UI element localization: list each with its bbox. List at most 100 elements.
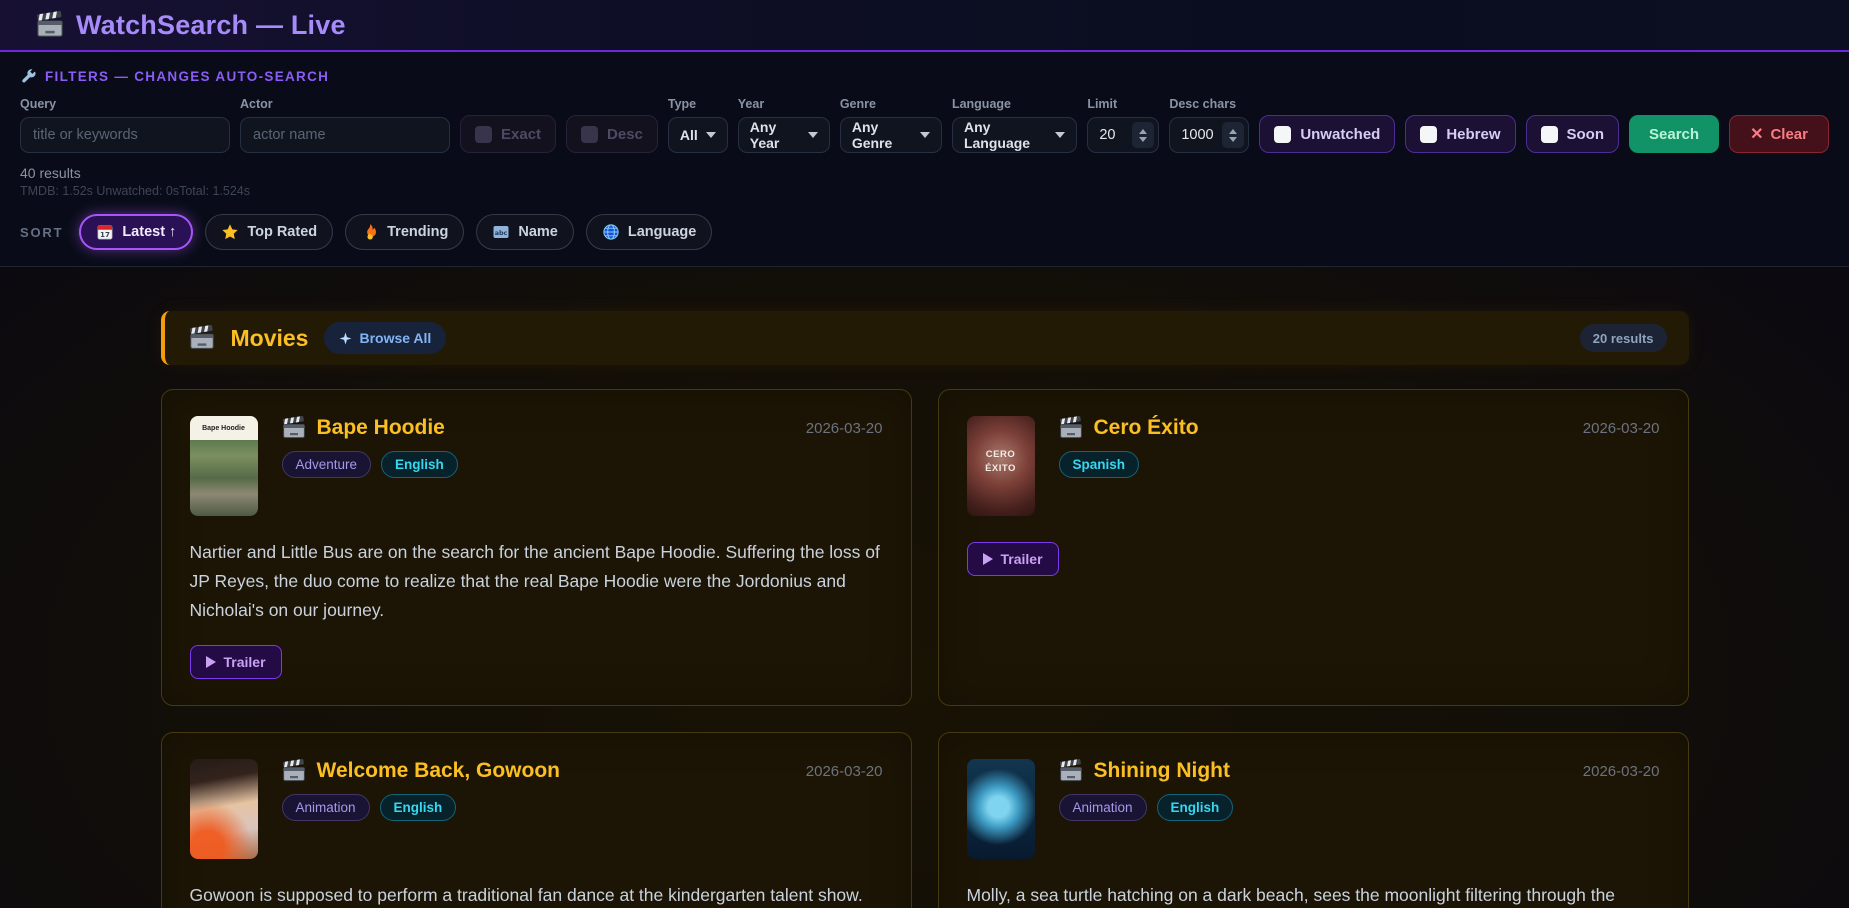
flame-icon [361, 223, 379, 241]
unwatched-checkbox-box [1274, 126, 1291, 143]
type-label: Type [668, 97, 728, 111]
language-tag[interactable]: Spanish [1059, 451, 1140, 478]
genre-tag[interactable]: Adventure [282, 451, 372, 478]
clear-button[interactable]: ✕ Clear [1729, 115, 1829, 153]
type-select[interactable]: All [668, 117, 728, 153]
genre-tag[interactable]: Animation [282, 794, 370, 821]
movie-description: Gowoon is supposed to perform a traditio… [190, 881, 883, 908]
sort-option-latest[interactable]: 17 Latest ↑ [79, 214, 193, 250]
svg-text:abc: abc [495, 229, 508, 237]
filter-controls-row: Query Actor Exact Desc Type All [20, 97, 1829, 153]
release-date: 2026-03-20 [806, 763, 883, 780]
app-header: WatchSearch — Live [0, 0, 1849, 52]
actor-field-group: Actor [240, 97, 450, 153]
movie-title[interactable]: Bape Hoodie [317, 416, 445, 440]
poster-caption: Bape Hoodie [190, 416, 258, 440]
clapperboard-icon [1059, 759, 1083, 783]
sort-option-top-rated[interactable]: Top Rated [205, 214, 333, 250]
spin-down-icon [1229, 137, 1237, 142]
movie-poster[interactable] [967, 759, 1035, 859]
wrench-icon [20, 68, 37, 85]
exact-checkbox-box [475, 126, 492, 143]
year-field-group: Year Any Year [738, 97, 830, 153]
sort-option-trending[interactable]: Trending [345, 214, 464, 250]
type-field-group: Type All [668, 97, 728, 153]
clapperboard-icon [36, 11, 64, 39]
genre-field-group: Genre Any Genre [840, 97, 942, 153]
movie-poster[interactable]: Bape Hoodie [190, 416, 258, 516]
unwatched-checkbox[interactable]: Unwatched [1259, 115, 1395, 153]
actor-input[interactable] [240, 117, 450, 153]
play-icon [983, 553, 993, 565]
soon-checkbox[interactable]: Soon [1526, 115, 1620, 153]
abc-icon: abc [492, 223, 510, 241]
search-button[interactable]: Search [1629, 115, 1719, 153]
poster-caption: CERO ÉXITO [967, 448, 1035, 477]
limit-field-group: Limit [1087, 97, 1159, 153]
limit-input[interactable] [1088, 127, 1132, 143]
release-date: 2026-03-20 [806, 420, 883, 437]
spin-down-icon [1139, 137, 1147, 142]
filters-and-sort-zone: FILTERS — CHANGES AUTO-SEARCH Query Acto… [0, 52, 1849, 267]
language-field-group: Language Any Language [952, 97, 1077, 153]
query-input[interactable] [20, 117, 230, 153]
exact-checkbox[interactable]: Exact [460, 115, 556, 153]
chevron-down-icon [1055, 132, 1065, 138]
trailer-button[interactable]: Trailer [967, 542, 1059, 576]
close-icon: ✕ [1750, 124, 1763, 144]
desc-checkbox[interactable]: Desc [566, 115, 658, 153]
language-tag[interactable]: English [380, 794, 457, 821]
movie-title[interactable]: Cero Éxito [1094, 416, 1199, 440]
desc-chars-spinner[interactable] [1222, 122, 1244, 148]
clapperboard-icon [1059, 416, 1083, 440]
trailer-button[interactable]: Trailer [190, 645, 282, 679]
star-icon [221, 223, 239, 241]
timing-stats: TMDB: 1.52s Unwatched: 0sTotal: 1.524s [20, 184, 1829, 198]
movie-poster[interactable] [190, 759, 258, 859]
desc-chars-stepper [1169, 117, 1249, 153]
limit-label: Limit [1087, 97, 1159, 111]
browse-all-button[interactable]: Browse All [324, 322, 446, 354]
filters-heading: FILTERS — CHANGES AUTO-SEARCH [20, 68, 1829, 85]
hebrew-checkbox-box [1420, 126, 1437, 143]
genre-select[interactable]: Any Genre [840, 117, 942, 153]
chevron-down-icon [920, 132, 930, 138]
hebrew-checkbox[interactable]: Hebrew [1405, 115, 1515, 153]
limit-spinner[interactable] [1132, 122, 1154, 148]
desc-chars-label: Desc chars [1169, 97, 1249, 111]
sort-option-language[interactable]: Language [586, 214, 712, 250]
language-tag[interactable]: English [381, 451, 458, 478]
genre-label: Genre [840, 97, 942, 111]
language-select[interactable]: Any Language [952, 117, 1077, 153]
sort-bar: SORT 17 Latest ↑ Top Rated [0, 202, 1849, 267]
year-select[interactable]: Any Year [738, 117, 830, 153]
sparkle-icon [339, 332, 352, 345]
app-title: WatchSearch — Live [76, 10, 346, 41]
filters-panel: FILTERS — CHANGES AUTO-SEARCH Query Acto… [0, 52, 1849, 202]
play-icon [206, 656, 216, 668]
query-label: Query [20, 97, 230, 111]
results-area: Movies Browse All 20 results Bape Hoodie [0, 267, 1849, 908]
clapperboard-icon [282, 416, 306, 440]
movie-card: Welcome Back, Gowoon 2026-03-20 Animatio… [161, 732, 912, 908]
sort-option-name[interactable]: abc Name [476, 214, 574, 250]
svg-text:17: 17 [100, 230, 110, 239]
desc-chars-input[interactable] [1170, 127, 1222, 143]
genre-tag[interactable]: Animation [1059, 794, 1147, 821]
language-label: Language [952, 97, 1077, 111]
movie-title[interactable]: Welcome Back, Gowoon [317, 759, 561, 783]
movie-title[interactable]: Shining Night [1094, 759, 1230, 783]
release-date: 2026-03-20 [1583, 420, 1660, 437]
movie-poster[interactable]: CERO ÉXITO [967, 416, 1035, 516]
actor-label: Actor [240, 97, 450, 111]
movie-description: Nartier and Little Bus are on the search… [190, 538, 883, 625]
movie-card: Bape Hoodie Bape Hoodie 2026-03-20 [161, 389, 912, 706]
language-tag[interactable]: English [1157, 794, 1234, 821]
calendar-icon: 17 [96, 223, 114, 241]
chevron-down-icon [808, 132, 818, 138]
desc-checkbox-box [581, 126, 598, 143]
globe-icon [602, 223, 620, 241]
movie-card: Shining Night 2026-03-20 Animation Engli… [938, 732, 1689, 908]
release-date: 2026-03-20 [1583, 763, 1660, 780]
clapperboard-icon [189, 325, 215, 351]
